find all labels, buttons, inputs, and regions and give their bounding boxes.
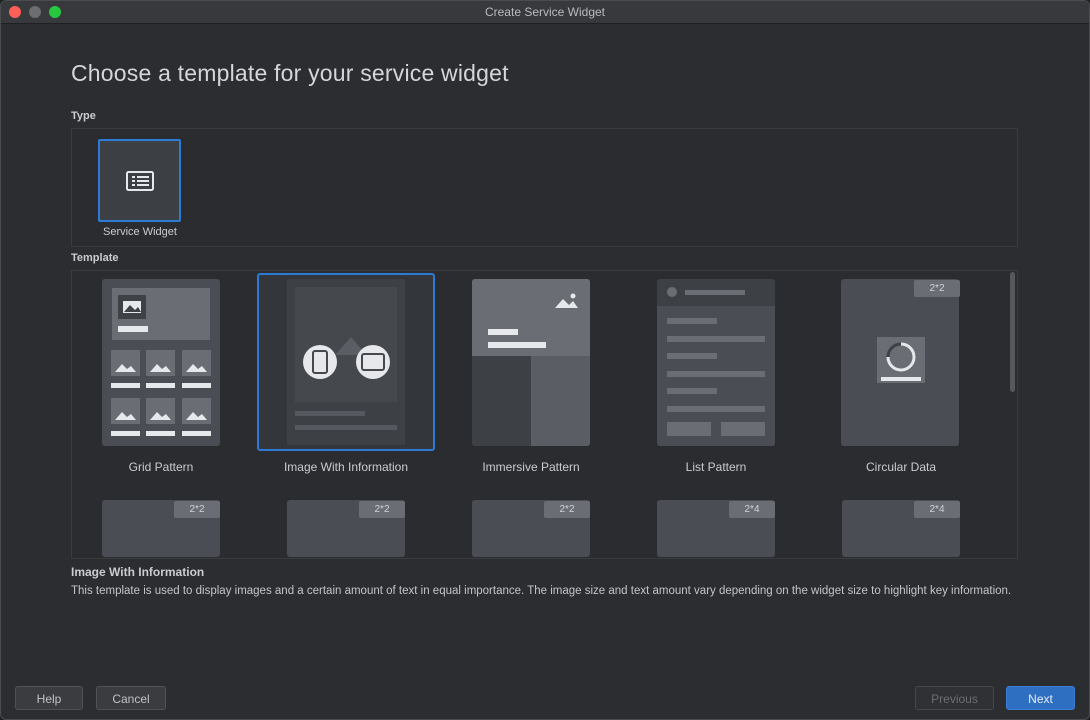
- list-pattern-preview: [657, 279, 775, 436]
- size-badge: 2*2: [174, 501, 220, 518]
- template-label-list-pattern: List Pattern: [685, 460, 747, 474]
- next-button[interactable]: Next: [1006, 686, 1075, 710]
- type-panel: [71, 128, 1018, 247]
- type-card-service-widget[interactable]: [98, 139, 181, 222]
- window-title: Create Service Widget: [484, 5, 606, 19]
- template-label-immersive-pattern: Immersive Pattern: [482, 460, 580, 474]
- page-heading: Choose a template for your service widge…: [71, 60, 509, 86]
- template-scrollbar[interactable]: [1010, 272, 1015, 392]
- size-badge: 2*2: [914, 280, 960, 297]
- list-card-icon: [126, 171, 154, 191]
- template-card-circular-data[interactable]: [841, 279, 959, 446]
- size-badge: 2*4: [729, 501, 775, 518]
- size-badge: 2*2: [359, 501, 405, 518]
- template-label-image-with-information: Image With Information: [283, 460, 409, 474]
- circular-data-preview: [877, 337, 925, 383]
- immersive-pattern-preview: [472, 279, 590, 446]
- template-section-label: Template: [71, 252, 119, 264]
- grid-pattern-preview: [111, 288, 211, 436]
- template-card-grid-pattern[interactable]: [102, 279, 220, 446]
- size-badge: 2*4: [914, 501, 960, 518]
- template-label-circular-data: Circular Data: [865, 460, 937, 474]
- help-button[interactable]: Help: [15, 686, 83, 710]
- size-badge: 2*2: [544, 501, 590, 518]
- description-text: This template is used to display images …: [71, 585, 1012, 597]
- template-card-image-with-information[interactable]: [257, 273, 435, 451]
- image-with-information-preview: [287, 279, 405, 445]
- type-section-label: Type: [71, 110, 96, 122]
- previous-button[interactable]: Previous: [915, 686, 994, 710]
- template-label-grid-pattern: Grid Pattern: [128, 460, 194, 474]
- cancel-button[interactable]: Cancel: [96, 686, 166, 710]
- description-title: Image With Information: [71, 565, 205, 579]
- template-card-list-pattern[interactable]: [657, 279, 775, 446]
- type-card-label: Service Widget: [103, 226, 177, 238]
- template-card-immersive-pattern[interactable]: [472, 279, 590, 446]
- title-bar: Create Service Widget: [1, 1, 1089, 24]
